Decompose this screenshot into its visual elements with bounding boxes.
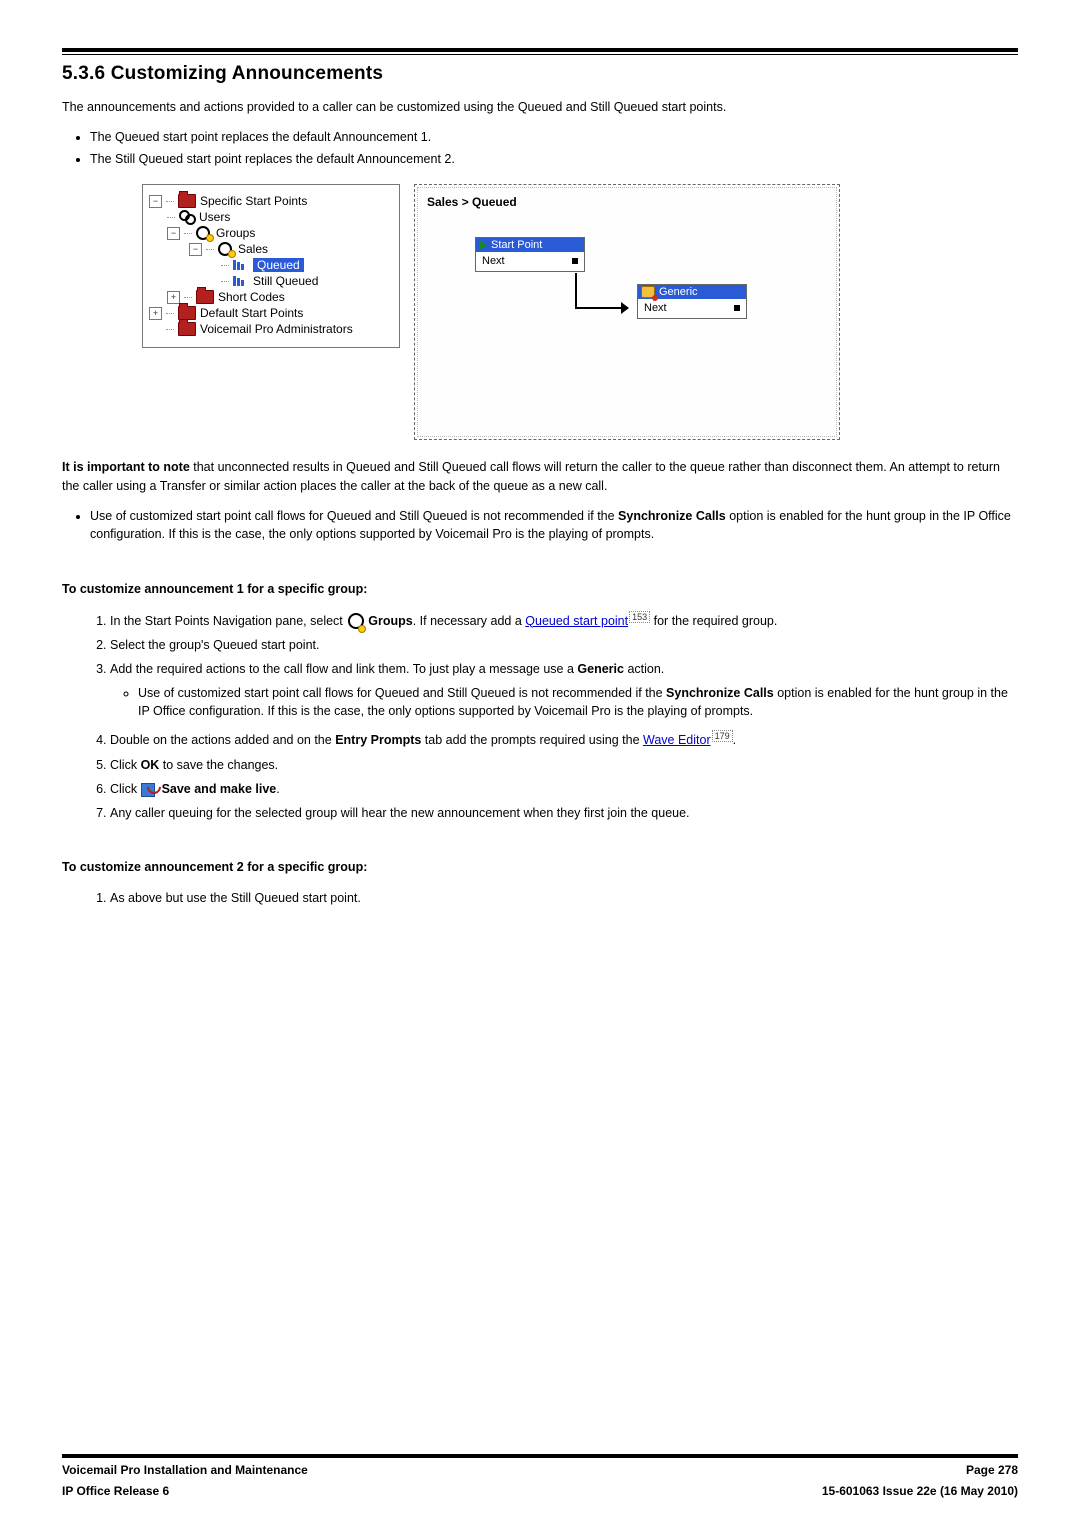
- flow-node-start-point[interactable]: Start Point Next: [475, 237, 585, 272]
- procedure1-step1: In the Start Points Navigation pane, sel…: [110, 611, 1018, 630]
- tree-sales[interactable]: − Sales: [149, 241, 393, 257]
- users-icon: [179, 210, 195, 224]
- procedure2-step1: As above but use the Still Queued start …: [110, 889, 1018, 907]
- tree-label: Short Codes: [218, 290, 285, 304]
- node-title: Generic: [659, 286, 698, 298]
- procedure2-heading: To customize announcement 2 for a specif…: [62, 858, 1018, 876]
- intro-paragraph: The announcements and actions provided t…: [62, 98, 1018, 116]
- section-title: Customizing Announcements: [111, 63, 383, 84]
- tree-groups[interactable]: − Groups: [149, 225, 393, 241]
- connector-icon[interactable]: [572, 258, 578, 264]
- folder-icon: [178, 306, 196, 320]
- important-note: It is important to note that unconnected…: [62, 458, 1018, 494]
- tree-label: Voicemail Pro Administrators: [200, 322, 353, 336]
- sync-note-list: Use of customized start point call flows…: [90, 507, 1018, 543]
- footer-left-1: Voicemail Pro Installation and Maintenan…: [62, 1462, 308, 1479]
- minus-icon[interactable]: −: [167, 227, 180, 240]
- plus-icon[interactable]: +: [167, 291, 180, 304]
- tree-vm-admins[interactable]: Voicemail Pro Administrators: [149, 321, 393, 337]
- footer-right-1: Page 278: [966, 1462, 1018, 1479]
- tree-label: Sales: [238, 242, 268, 256]
- footer-right-2: 15-601063 Issue 22e (16 May 2010): [822, 1483, 1018, 1500]
- procedure2-steps: As above but use the Still Queued start …: [110, 889, 1018, 907]
- procedure1-step2: Select the group's Queued start point.: [110, 636, 1018, 654]
- procedure1-step4: Double on the actions added and on the E…: [110, 730, 1018, 749]
- folder-icon: [178, 322, 196, 336]
- callflow-canvas[interactable]: Sales > Queued Start Point Next Generic: [414, 184, 840, 440]
- node-output-label: Next: [644, 302, 667, 314]
- page: 5.3.6 Customizing Announcements The anno…: [0, 0, 1080, 1528]
- tree-label: Groups: [216, 226, 255, 240]
- minus-icon[interactable]: −: [149, 195, 162, 208]
- page-ref: 179: [712, 730, 733, 742]
- tree-label: Still Queued: [253, 274, 318, 288]
- folder-icon: [196, 290, 214, 304]
- minus-icon[interactable]: −: [189, 243, 202, 256]
- navigation-tree[interactable]: − Specific Start Points Users − Groups −: [142, 184, 400, 348]
- play-icon: [479, 240, 487, 250]
- sync-note: Use of customized start point call flows…: [90, 507, 1018, 543]
- procedure1-step3-subnote: Use of customized start point call flows…: [138, 684, 1018, 720]
- intro-bullets: The Queued start point replaces the defa…: [90, 128, 1018, 168]
- tree-users[interactable]: Users: [149, 209, 393, 225]
- section-number: 5.3.6: [62, 63, 105, 84]
- footer-left-2: IP Office Release 6: [62, 1483, 169, 1500]
- groups-icon: [196, 226, 212, 240]
- procedure1-step5: Click OK to save the changes.: [110, 756, 1018, 774]
- tree-still-queued[interactable]: Still Queued: [149, 273, 393, 289]
- node-output-label: Next: [482, 255, 505, 267]
- flow-connector: [575, 273, 629, 317]
- procedure1-heading: To customize announcement 1 for a specif…: [62, 580, 1018, 598]
- tree-queued[interactable]: Queued: [149, 257, 393, 273]
- save-and-make-live-icon: [141, 781, 159, 797]
- embedded-screenshot: − Specific Start Points Users − Groups −: [142, 184, 1018, 440]
- breadcrumb: Sales > Queued: [427, 195, 827, 209]
- tree-label: Default Start Points: [200, 306, 303, 320]
- top-rule-thick: [62, 48, 1018, 52]
- note-prefix: It is important to note: [62, 460, 190, 474]
- section-heading: 5.3.6 Customizing Announcements: [62, 63, 1018, 85]
- plus-icon[interactable]: +: [149, 307, 162, 320]
- procedure1-step3: Add the required actions to the call flo…: [110, 660, 1018, 720]
- page-footer: Voicemail Pro Installation and Maintenan…: [62, 1454, 1018, 1500]
- wave-editor-link[interactable]: Wave Editor: [643, 733, 711, 747]
- arrow-icon: [621, 302, 629, 314]
- top-rule-thin: [62, 54, 1018, 55]
- intro-bullet-1: The Queued start point replaces the defa…: [90, 128, 1018, 146]
- procedure1-steps: In the Start Points Navigation pane, sel…: [110, 611, 1018, 822]
- tree-label: Specific Start Points: [200, 194, 307, 208]
- tree-label: Users: [199, 210, 230, 224]
- page-ref: 153: [629, 611, 650, 623]
- queue-icon: [233, 260, 249, 270]
- folder-icon: [178, 194, 196, 208]
- procedure1-step7: Any caller queuing for the selected grou…: [110, 804, 1018, 822]
- groups-icon: [348, 613, 366, 629]
- group-icon: [218, 242, 234, 256]
- queue-icon: [233, 276, 249, 286]
- connector-icon[interactable]: [734, 305, 740, 311]
- note-rest: that unconnected results in Queued and S…: [62, 460, 1000, 492]
- intro-bullet-2: The Still Queued start point replaces th…: [90, 150, 1018, 168]
- tree-label-selected: Queued: [253, 258, 304, 272]
- procedure1-step6: Click Save and make live.: [110, 780, 1018, 798]
- queued-start-point-link[interactable]: Queued start point: [525, 614, 628, 628]
- node-title: Start Point: [491, 239, 542, 251]
- generic-action-icon: [641, 286, 655, 298]
- tree-specific-start-points[interactable]: − Specific Start Points: [149, 193, 393, 209]
- flow-node-generic[interactable]: Generic Next: [637, 284, 747, 319]
